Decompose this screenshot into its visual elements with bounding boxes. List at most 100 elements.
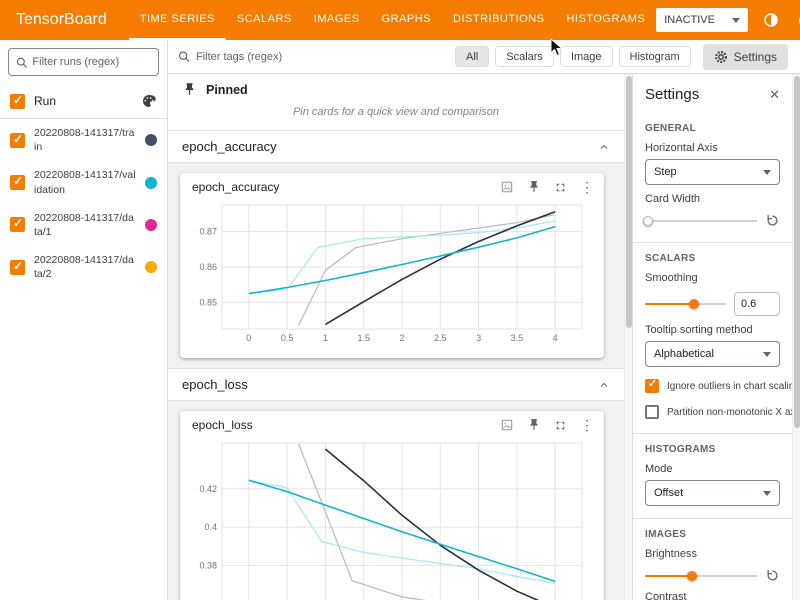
chip-all[interactable]: All	[455, 46, 489, 67]
horizontal-axis-select[interactable]: Step	[645, 159, 780, 185]
svg-text:0.38: 0.38	[199, 560, 217, 570]
tab-distributions[interactable]: DISTRIBUTIONS	[442, 0, 555, 40]
reset-icon[interactable]	[765, 568, 780, 583]
fit-domain-icon[interactable]	[500, 180, 514, 194]
svg-text:2.5: 2.5	[434, 333, 447, 343]
fullscreen-icon[interactable]	[554, 181, 567, 194]
close-icon[interactable]: ✕	[769, 87, 780, 103]
runs-filter-box	[8, 48, 159, 76]
runs-filter-input[interactable]	[32, 56, 151, 68]
search-icon	[178, 50, 190, 63]
tab-images[interactable]: IMAGES	[303, 0, 371, 40]
fit-domain-icon[interactable]	[500, 418, 514, 432]
pin-card-icon[interactable]	[527, 418, 541, 432]
section-body-epoch-loss: epoch_loss ⋮ 00.511.522.533.540.420.40.3…	[168, 401, 624, 600]
top-app-bar: TensorBoard TIME SERIES SCALARS IMAGES G…	[0, 0, 800, 40]
settings-button-label: Settings	[734, 50, 777, 64]
chevron-down-icon	[763, 352, 771, 357]
pin-card-icon[interactable]	[527, 180, 541, 194]
smoothing-label: Smoothing	[645, 272, 780, 284]
smoothing-input[interactable]	[734, 292, 780, 316]
select-all-runs-checkbox[interactable]	[10, 94, 25, 109]
pinned-title: Pinned	[206, 83, 248, 97]
palette-icon[interactable]	[141, 93, 157, 109]
theme-toggle-icon[interactable]	[761, 10, 781, 30]
epoch-accuracy-chart[interactable]: 00.511.522.533.540.850.860.87	[188, 197, 596, 352]
run-checkbox[interactable]	[10, 175, 25, 190]
run-checkbox[interactable]	[10, 217, 25, 232]
tooltip-sorting-label: Tooltip sorting method	[645, 324, 780, 336]
horizontal-axis-value: Step	[654, 166, 677, 178]
run-label: 20220808-141317/data/1	[34, 211, 136, 239]
histogram-mode-label: Mode	[645, 463, 780, 475]
brightness-label: Brightness	[645, 548, 780, 560]
settings-scrollbar-thumb[interactable]	[794, 76, 800, 428]
status-dropdown-value: INACTIVE	[664, 14, 715, 26]
pin-icon	[182, 82, 197, 97]
svg-text:0.5: 0.5	[281, 333, 294, 343]
card-width-slider[interactable]	[645, 214, 757, 228]
tab-graphs[interactable]: GRAPHS	[371, 0, 442, 40]
tab-time-series[interactable]: TIME SERIES	[129, 0, 226, 40]
run-row-validation[interactable]: 20220808-141317/validation	[0, 161, 167, 203]
settings-section-images: IMAGES Brightness Contrast	[633, 518, 792, 600]
section-header-epoch-loss[interactable]: epoch_loss	[168, 369, 624, 401]
tooltip-sorting-value: Alphabetical	[654, 348, 714, 360]
tab-histograms[interactable]: HISTOGRAMS	[555, 0, 656, 40]
chevron-down-icon	[732, 18, 740, 23]
tags-filter-input[interactable]	[196, 51, 408, 63]
histogram-mode-select[interactable]: Offset	[645, 480, 780, 506]
tooltip-sorting-select[interactable]: Alphabetical	[645, 341, 780, 367]
run-checkbox[interactable]	[10, 260, 25, 275]
brightness-slider[interactable]	[645, 569, 757, 583]
chip-image[interactable]: Image	[560, 46, 613, 67]
scalar-card-epoch-loss: epoch_loss ⋮ 00.511.522.533.540.420.40.3…	[180, 411, 604, 600]
settings-button[interactable]: Settings	[703, 44, 788, 70]
pinned-hint-text: Pin cards for a quick view and compariso…	[168, 101, 624, 131]
svg-text:2: 2	[399, 333, 404, 343]
settings-section-histograms: HISTOGRAMS Mode Offset	[633, 433, 792, 518]
tab-scalars[interactable]: SCALARS	[226, 0, 303, 40]
chip-scalars[interactable]: Scalars	[495, 46, 554, 67]
section-heading: GENERAL	[645, 123, 780, 134]
section-header-epoch-accuracy[interactable]: epoch_accuracy	[168, 131, 624, 163]
scalar-card-epoch-accuracy: epoch_accuracy ⋮ 00.511.522.533.540.850.…	[180, 173, 604, 358]
chevron-up-icon[interactable]	[598, 141, 610, 153]
gear-icon	[714, 50, 728, 64]
run-color-dot	[145, 261, 157, 273]
svg-text:0.87: 0.87	[199, 227, 217, 237]
status-dropdown[interactable]: INACTIVE	[656, 8, 748, 32]
ignore-outliers-checkbox[interactable]	[645, 379, 659, 393]
svg-text:4: 4	[553, 333, 558, 343]
chevron-down-icon	[763, 170, 771, 175]
run-row-data-2[interactable]: 20220808-141317/data/2	[0, 246, 167, 288]
run-checkbox[interactable]	[10, 133, 25, 148]
more-options-icon[interactable]: ⋮	[580, 418, 594, 432]
svg-text:0.4: 0.4	[204, 522, 217, 532]
svg-text:0: 0	[246, 333, 251, 343]
chevron-up-icon[interactable]	[598, 379, 610, 391]
tag-type-chips: All Scalars Image Histogram	[449, 46, 691, 67]
main-scrollbar[interactable]	[624, 74, 632, 600]
settings-scrollbar[interactable]	[792, 74, 800, 600]
svg-text:1.5: 1.5	[357, 333, 370, 343]
chip-histogram[interactable]: Histogram	[619, 46, 691, 67]
partition-x-checkbox[interactable]	[645, 405, 659, 419]
refresh-icon[interactable]	[794, 10, 800, 30]
section-heading: HISTOGRAMS	[645, 444, 780, 455]
card-title: epoch_loss	[192, 418, 253, 432]
run-row-train[interactable]: 20220808-141317/train	[0, 119, 167, 161]
section-heading: SCALARS	[645, 253, 780, 264]
fullscreen-icon[interactable]	[554, 419, 567, 432]
run-color-dot	[145, 177, 157, 189]
epoch-loss-chart[interactable]: 00.511.522.533.540.420.40.380.36	[188, 435, 596, 600]
run-label: 20220808-141317/validation	[34, 168, 136, 196]
svg-text:0.42: 0.42	[199, 484, 217, 494]
run-row-data-1[interactable]: 20220808-141317/data/1	[0, 204, 167, 246]
svg-text:0.86: 0.86	[199, 262, 217, 272]
smoothing-slider[interactable]	[645, 297, 726, 311]
reset-icon[interactable]	[765, 213, 780, 228]
search-icon	[16, 56, 27, 69]
header-actions: INACTIVE ?	[656, 8, 800, 32]
more-options-icon[interactable]: ⋮	[580, 180, 594, 194]
